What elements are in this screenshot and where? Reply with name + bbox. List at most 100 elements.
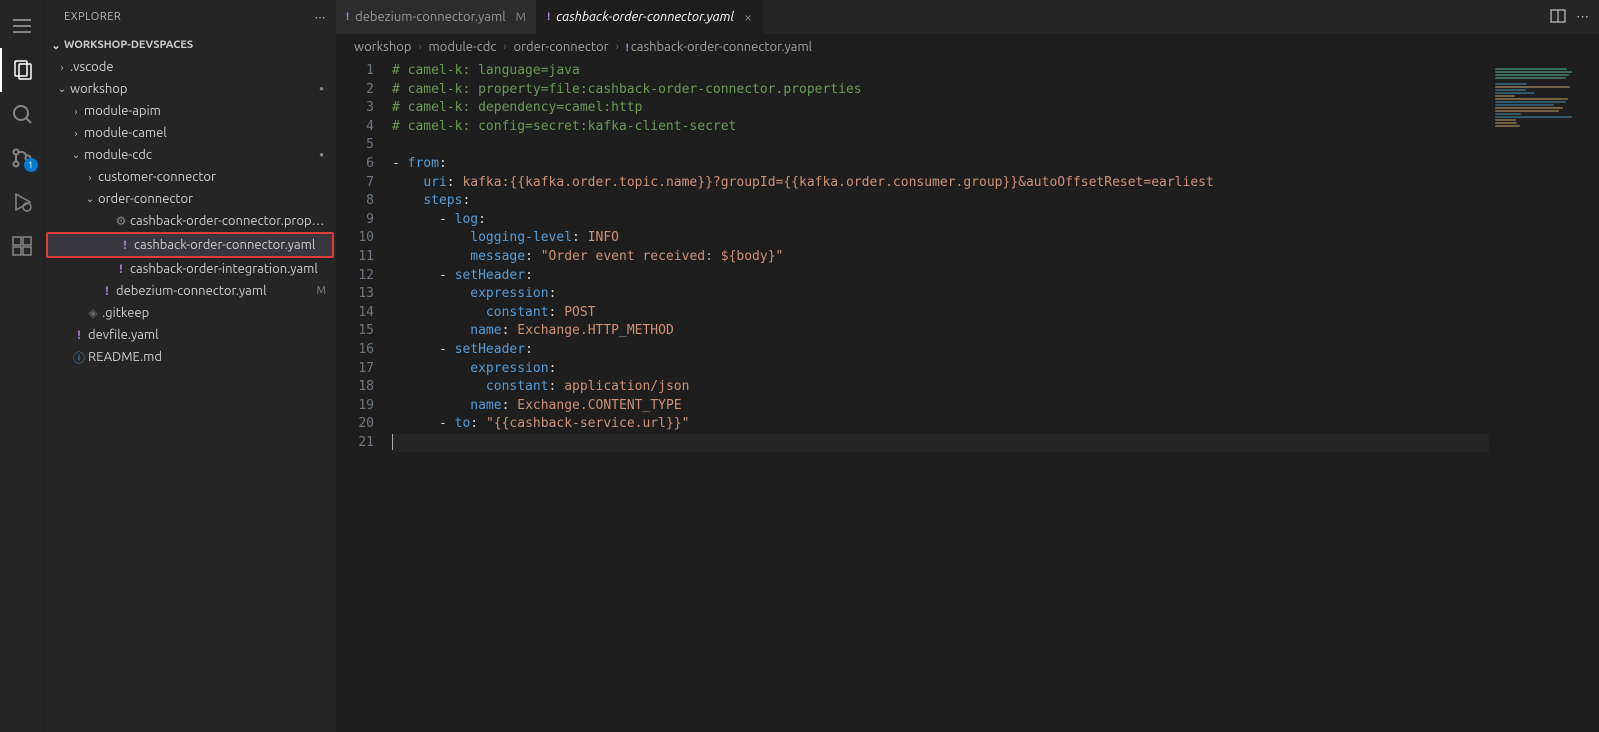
- yaml-file-icon: !: [346, 11, 349, 23]
- file-item[interactable]: !cashback-order-integration.yaml: [44, 258, 336, 280]
- folder-item[interactable]: ⌄workshop•: [44, 78, 336, 100]
- file-item[interactable]: ⓘREADME.md: [44, 346, 336, 368]
- chevron-down-icon: ⌄: [82, 193, 98, 205]
- code-line[interactable]: constant: application/json: [392, 378, 1489, 397]
- sidebar: EXPLORER ⋯ ⌄ WORKSHOP-DEVSPACES ›.vscode…: [44, 0, 336, 732]
- tab-bar: ! debezium-connector.yaml M! cashback-order…: [336, 0, 1599, 34]
- item-label: cashback-order-integration.yaml: [130, 262, 328, 276]
- breadcrumb-segment[interactable]: !cashback-order-connector.yaml: [626, 40, 812, 54]
- code-line[interactable]: name: Exchange.HTTP_METHOD: [392, 322, 1489, 341]
- code-line[interactable]: [392, 136, 1489, 155]
- code-line[interactable]: # camel-k: language=java: [392, 62, 1489, 81]
- source-control-icon[interactable]: 1: [0, 136, 44, 180]
- editor[interactable]: 123456789101112131415161718192021 # came…: [336, 60, 1599, 732]
- item-label: .vscode: [70, 60, 328, 74]
- search-icon[interactable]: [0, 92, 44, 136]
- extensions-icon[interactable]: [0, 224, 44, 268]
- item-label: workshop: [70, 82, 319, 96]
- dirty-dot-icon: •: [319, 81, 328, 97]
- split-editor-icon[interactable]: [1550, 8, 1566, 27]
- tab-actions: ⋯: [1540, 0, 1599, 34]
- yaml-file-icon: !: [626, 42, 631, 54]
- file-item[interactable]: !devfile.yaml: [44, 324, 336, 346]
- code-line[interactable]: constant: POST: [392, 304, 1489, 323]
- sidebar-title: EXPLORER: [64, 11, 121, 23]
- file-tree: ›.vscode⌄workshop•›module-apim›module-ca…: [44, 56, 336, 732]
- activity-bar: 1: [0, 0, 44, 732]
- folder-item[interactable]: ›customer-connector: [44, 166, 336, 188]
- folder-item[interactable]: ›module-apim: [44, 100, 336, 122]
- tab-label: cashback-order-connector.yaml: [556, 10, 734, 24]
- code-line[interactable]: # camel-k: property=file:cashback-order-…: [392, 81, 1489, 100]
- chevron-right-icon: ›: [500, 41, 509, 53]
- chevron-right-icon: ›: [54, 62, 70, 73]
- folder-item[interactable]: ⌄order-connector: [44, 188, 336, 210]
- file-item[interactable]: !cashback-order-connector.yaml: [48, 234, 332, 256]
- item-label: devfile.yaml: [88, 328, 328, 342]
- editor-tab[interactable]: ! debezium-connector.yaml M: [336, 0, 537, 34]
- file-item[interactable]: ⚙cashback-order-connector.properties: [44, 210, 336, 232]
- code-line[interactable]: - log:: [392, 211, 1489, 230]
- breadcrumb-segment[interactable]: order-connector: [514, 40, 609, 54]
- item-label: cashback-order-connector.properties: [130, 214, 328, 228]
- chevron-right-icon: ›: [613, 41, 622, 53]
- editor-tab[interactable]: ! cashback-order-connector.yaml ×: [537, 0, 763, 34]
- chevron-right-icon: ›: [415, 41, 424, 53]
- item-label: .gitkeep: [102, 306, 328, 320]
- item-label: debezium-connector.yaml: [116, 284, 316, 298]
- file-item[interactable]: ◈.gitkeep: [44, 302, 336, 324]
- sidebar-more-icon[interactable]: ⋯: [315, 11, 327, 24]
- workspace-section[interactable]: ⌄ WORKSHOP-DEVSPACES: [44, 34, 336, 56]
- chevron-right-icon: ›: [82, 172, 98, 183]
- code-line[interactable]: expression:: [392, 285, 1489, 304]
- breadcrumb[interactable]: workshop›module-cdc›order-connector›!cas…: [336, 34, 1599, 60]
- item-label: customer-connector: [98, 170, 328, 184]
- code-line[interactable]: message: "Order event received: ${body}": [392, 248, 1489, 267]
- dirty-dot-icon: •: [319, 147, 328, 163]
- chevron-down-icon: ⌄: [54, 83, 70, 95]
- code-line[interactable]: expression:: [392, 360, 1489, 379]
- item-label: module-apim: [84, 104, 328, 118]
- scm-badge: 1: [24, 158, 38, 172]
- item-label: order-connector: [98, 192, 328, 206]
- file-item[interactable]: !debezium-connector.yamlM: [44, 280, 336, 302]
- code-line[interactable]: steps:: [392, 192, 1489, 211]
- breadcrumb-segment[interactable]: module-cdc: [429, 40, 497, 54]
- code-line[interactable]: - from:: [392, 155, 1489, 174]
- code-line[interactable]: [392, 434, 1489, 453]
- chevron-down-icon: ⌄: [68, 149, 84, 161]
- minimap[interactable]: [1489, 60, 1599, 732]
- highlighted-file: !cashback-order-connector.yaml: [46, 232, 334, 258]
- code-line[interactable]: - to: "{{cashback-service.url}}": [392, 415, 1489, 434]
- explorer-icon[interactable]: [0, 48, 44, 92]
- code-area[interactable]: # camel-k: language=java# camel-k: prope…: [392, 60, 1489, 732]
- git-status: M: [316, 285, 328, 297]
- workspace-name: WORKSHOP-DEVSPACES: [64, 39, 193, 51]
- chevron-down-icon: ⌄: [48, 39, 64, 52]
- chevron-right-icon: ›: [68, 128, 84, 139]
- breadcrumb-segment[interactable]: workshop: [354, 40, 411, 54]
- item-label: module-camel: [84, 126, 328, 140]
- tab-status: M: [512, 11, 526, 24]
- folder-item[interactable]: ›module-camel: [44, 122, 336, 144]
- code-line[interactable]: - setHeader:: [392, 267, 1489, 286]
- tab-label: debezium-connector.yaml: [355, 10, 506, 24]
- main-area: !debezium-connector.yamlM!cashback-order…: [336, 0, 1599, 732]
- line-gutter: 123456789101112131415161718192021: [336, 60, 392, 732]
- editor-more-icon[interactable]: ⋯: [1576, 10, 1589, 25]
- code-line[interactable]: # camel-k: config=secret:kafka-client-se…: [392, 118, 1489, 137]
- folder-item[interactable]: ⌄module-cdc•: [44, 144, 336, 166]
- code-line[interactable]: name: Exchange.CONTENT_TYPE: [392, 397, 1489, 416]
- code-line[interactable]: # camel-k: dependency=camel:http: [392, 99, 1489, 118]
- item-label: module-cdc: [84, 148, 319, 162]
- code-line[interactable]: uri: kafka:{{kafka.order.topic.name}}?gr…: [392, 174, 1489, 193]
- item-label: README.md: [88, 350, 328, 364]
- sidebar-header: EXPLORER ⋯: [44, 0, 336, 34]
- code-line[interactable]: - setHeader:: [392, 341, 1489, 360]
- run-debug-icon[interactable]: [0, 180, 44, 224]
- yaml-file-icon: !: [547, 11, 550, 23]
- close-icon[interactable]: ×: [740, 9, 752, 25]
- menu-icon[interactable]: [0, 4, 44, 48]
- folder-item[interactable]: ›.vscode: [44, 56, 336, 78]
- code-line[interactable]: logging-level: INFO: [392, 229, 1489, 248]
